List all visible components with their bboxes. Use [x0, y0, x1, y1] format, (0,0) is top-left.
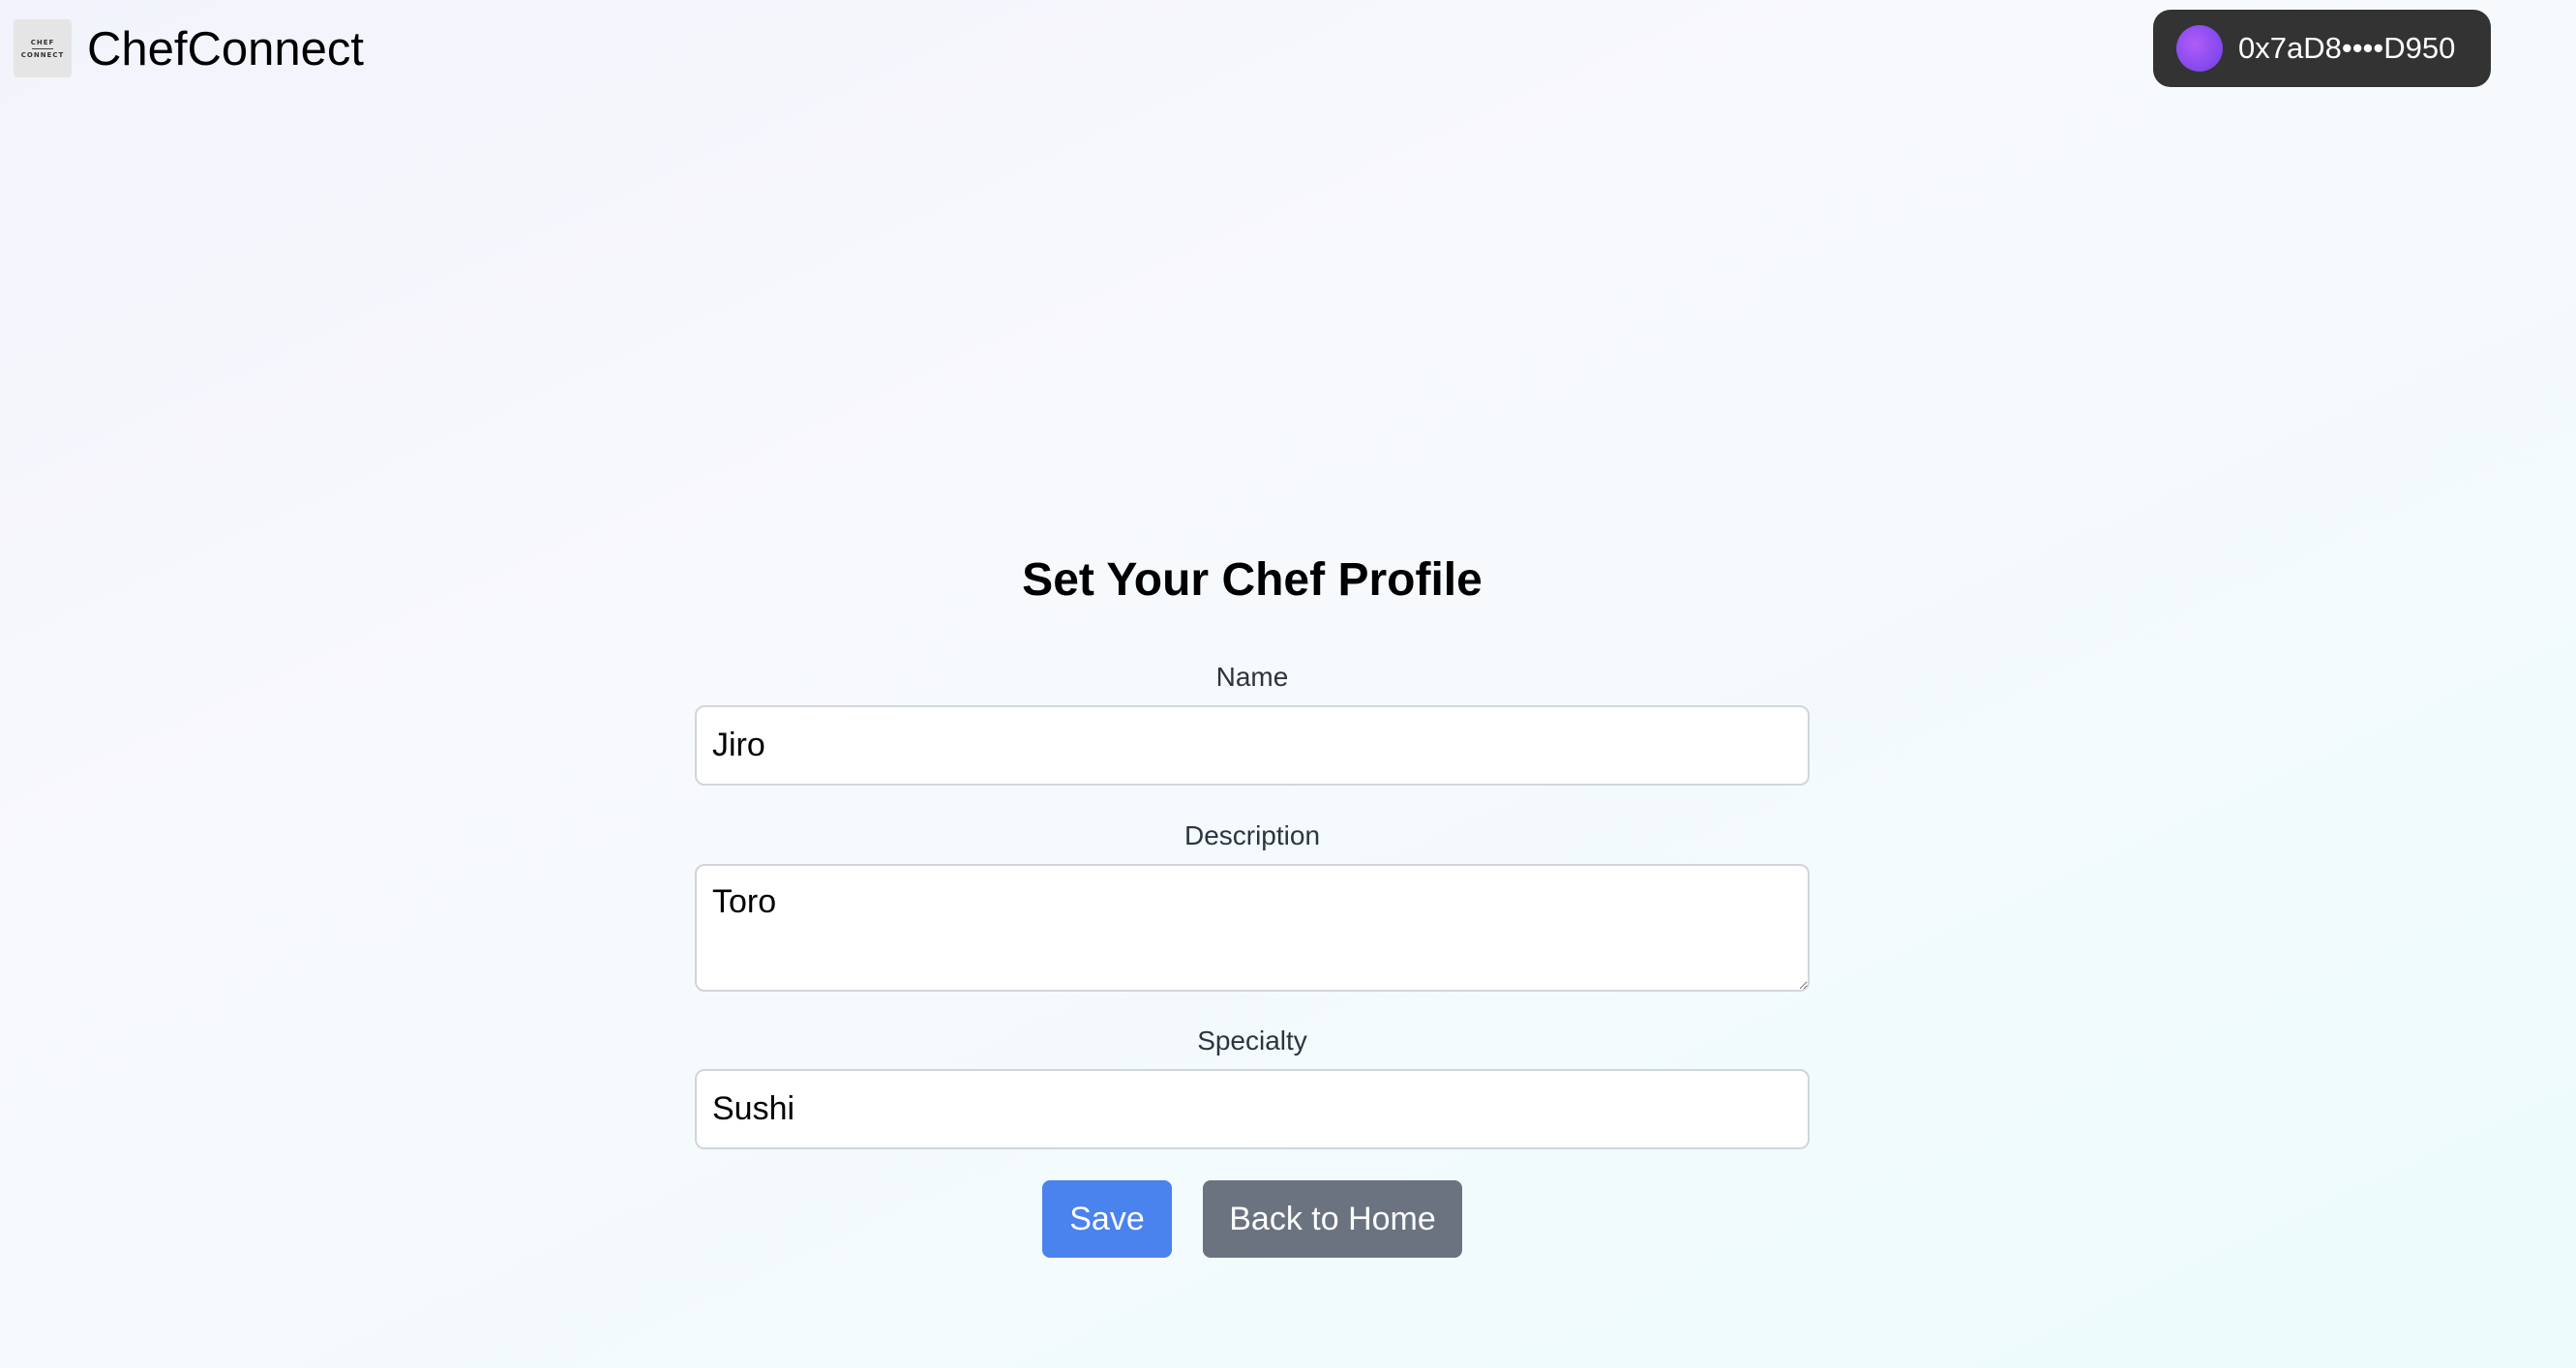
page-title: Set Your Chef Profile: [1022, 554, 1483, 606]
logo-divider: [32, 47, 53, 49]
description-label: Description: [1183, 820, 1321, 850]
logo-text-bottom: CONNECT: [20, 50, 65, 59]
wallet-address: 0x7aD8••••D950: [2238, 31, 2456, 65]
name-input[interactable]: [695, 705, 1810, 786]
back-to-home-button[interactable]: Back to Home: [1203, 1180, 1462, 1258]
specialty-label: Specialty: [1197, 1026, 1307, 1056]
specialty-input[interactable]: [695, 1069, 1810, 1149]
name-label: Name: [1215, 662, 1289, 692]
logo-text-top: CHEF: [30, 38, 55, 46]
description-textarea[interactable]: Toro: [695, 864, 1810, 992]
wallet-avatar-icon: [2176, 25, 2223, 72]
wallet-button[interactable]: 0x7aD8••••D950: [2153, 10, 2491, 87]
app-logo[interactable]: CHEF CONNECT: [14, 19, 72, 77]
app-title[interactable]: ChefConnect: [87, 21, 364, 77]
save-button[interactable]: Save: [1042, 1180, 1172, 1258]
